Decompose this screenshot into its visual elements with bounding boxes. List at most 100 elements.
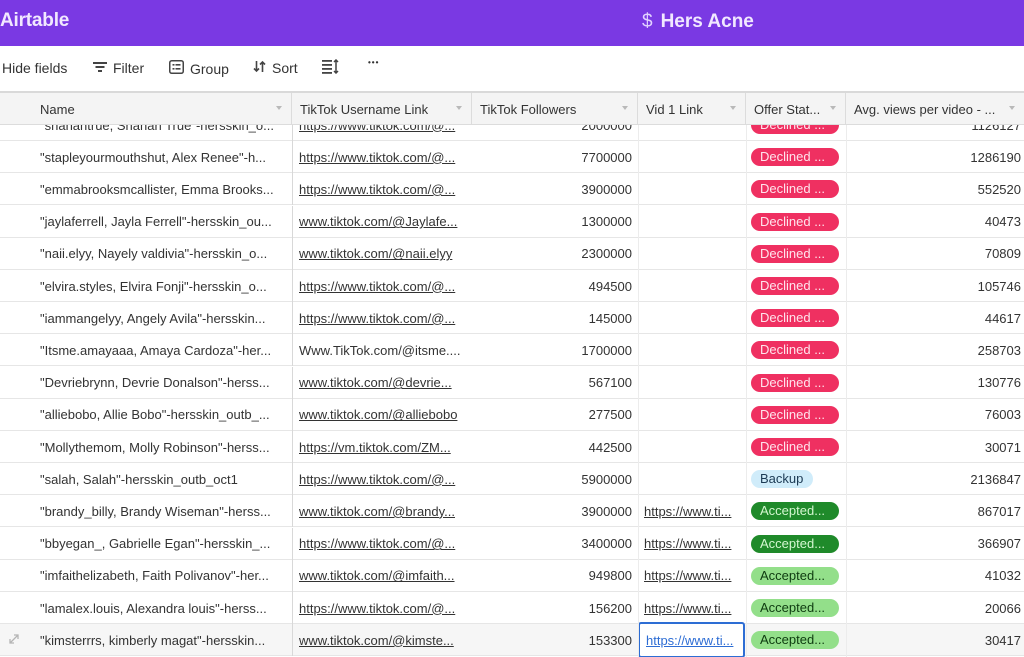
cell-vid1-link[interactable] (638, 141, 745, 173)
cell-offer-status[interactable]: Accepted... (751, 624, 846, 656)
airtable-logo[interactable]: Airtable (0, 10, 69, 32)
table-row[interactable]: "bbyegan_, Gabrielle Egan"-hersskin_... h… (0, 527, 1024, 560)
cell-offer-status[interactable]: Declined ... (751, 399, 846, 431)
cell-vid1-link[interactable] (638, 302, 745, 334)
cell-offer-status[interactable]: Declined ... (751, 206, 846, 238)
cell-avg-views[interactable]: 1286190 (846, 141, 1021, 173)
cell-username-link[interactable]: https://www.tiktok.com/@... (292, 463, 470, 496)
table-row[interactable]: "iammangelyy, Angely Avila"-hersskin... h… (0, 302, 1024, 335)
cell-username-link[interactable]: https://www.tiktok.com/@... (292, 592, 470, 624)
cell-followers[interactable]: 3900000 (470, 173, 632, 205)
cell-offer-status[interactable]: Declined ... (751, 367, 846, 399)
cell-vid1-link[interactable] (638, 399, 745, 431)
cell-offer-status[interactable]: Accepted... (751, 528, 846, 560)
cell-name[interactable]: "salah, Salah"-hersskin_outb_oct1 (40, 463, 292, 495)
cell-vid1-link[interactable] (638, 431, 745, 463)
cell-username-link[interactable]: www.tiktok.com/@naii.elyy (292, 237, 470, 270)
table-row[interactable]: "Itsme.amayaaa, Amaya Cardoza"-her... Www… (0, 334, 1024, 367)
cell-followers[interactable]: 442500 (470, 431, 632, 463)
cell-avg-views[interactable]: 867017 (846, 495, 1021, 527)
cell-username-link[interactable]: www.tiktok.com/@devrie... (292, 366, 470, 399)
cell-name[interactable]: "stapleyourmouthshut, Alex Renee"-h... (40, 141, 292, 173)
cell-avg-views[interactable]: 44617 (846, 302, 1021, 334)
chevron-down-icon[interactable] (1009, 106, 1015, 110)
expand-record-icon[interactable] (8, 633, 22, 647)
cell-name[interactable]: "lamalex.louis, Alexandra louis"-herss..… (40, 592, 292, 624)
cell-offer-status[interactable]: Declined ... (751, 431, 846, 463)
cell-avg-views[interactable]: 105746 (846, 270, 1021, 302)
username-link[interactable]: www.tiktok.com/@naii.elyy (299, 246, 452, 261)
username-link[interactable]: https://www.tiktok.com/@... (299, 601, 455, 616)
cell-username-link[interactable]: www.tiktok.com/@kimste... (292, 624, 470, 657)
chevron-down-icon[interactable] (456, 106, 462, 110)
cell-vid1-link[interactable]: https://www.ti... (638, 495, 745, 527)
cell-followers[interactable]: 949800 (470, 560, 632, 592)
cell-offer-status[interactable]: Declined ... (751, 302, 846, 334)
cell-offer-status[interactable]: Declined ... (751, 173, 846, 205)
cell-avg-views[interactable]: 30417 (846, 624, 1021, 656)
column-header-followers[interactable]: TikTok Followers (472, 93, 638, 125)
column-header-offer-status[interactable]: Offer Stat... (746, 93, 846, 125)
cell-vid1-link[interactable]: https://www.ti... (638, 528, 745, 560)
username-link[interactable]: www.tiktok.com/@kimste... (299, 633, 454, 648)
more-options-button[interactable]: ••• (368, 58, 379, 67)
cell-name[interactable]: "elvira.styles, Elvira Fonji"-hersskin_o… (40, 270, 292, 302)
cell-username-link[interactable]: www.tiktok.com/@brandy... (292, 495, 470, 528)
cell-avg-views[interactable]: 70809 (846, 238, 1021, 270)
table-row[interactable]: "stapleyourmouthshut, Alex Renee"-h... ht… (0, 141, 1024, 174)
vid1-link[interactable]: https://www.ti... (644, 504, 731, 519)
username-link[interactable]: https://vm.tiktok.com/ZM... (299, 440, 451, 455)
group-button[interactable]: Group (169, 60, 229, 77)
cell-vid1-link[interactable] (638, 238, 745, 270)
cell-followers[interactable]: 494500 (470, 270, 632, 302)
cell-followers[interactable]: 1300000 (470, 206, 632, 238)
cell-name[interactable]: "imfaithelizabeth, Faith Polivanov"-her.… (40, 560, 292, 592)
cell-vid1-link[interactable]: https://www.ti... (638, 592, 745, 624)
vid1-link[interactable]: https://www.ti... (644, 601, 731, 616)
cell-followers[interactable]: 2300000 (470, 238, 632, 270)
username-link[interactable]: https://www.tiktok.com/@... (299, 536, 455, 551)
table-row[interactable]: "Devriebrynn, Devrie Donalson"-herss... w… (0, 366, 1024, 399)
cell-offer-status[interactable]: Declined ... (751, 334, 846, 366)
cell-username-link[interactable]: Www.TikTok.com/@itsme.... (292, 334, 470, 367)
username-link[interactable]: https://www.tiktok.com/@... (299, 472, 455, 487)
table-row[interactable]: "emmabrooksmcallister, Emma Brooks... htt… (0, 173, 1024, 206)
vid1-link[interactable]: https://www.ti... (646, 633, 733, 648)
cell-name[interactable]: "bbyegan_, Gabrielle Egan"-hersskin_... (40, 528, 292, 560)
username-link[interactable]: https://www.tiktok.com/@... (299, 182, 455, 197)
table-row[interactable]: "jaylaferrell, Jayla Ferrell"-hersskin_o… (0, 205, 1024, 238)
cell-followers[interactable]: 145000 (470, 302, 632, 334)
cell-vid1-link[interactable] (638, 206, 745, 238)
table-row[interactable]: "Mollythemom, Molly Robinson"-herss... ht… (0, 431, 1024, 463)
vid1-link[interactable]: https://www.ti... (644, 536, 731, 551)
cell-name[interactable]: "Itsme.amayaaa, Amaya Cardoza"-her... (40, 334, 292, 366)
base-title[interactable]: $ Hers Acne (642, 11, 754, 33)
cell-avg-views[interactable]: 552520 (846, 173, 1021, 205)
cell-avg-views[interactable]: 2136847 (846, 463, 1021, 495)
username-link[interactable]: https://www.tiktok.com/@... (299, 311, 455, 326)
cell-followers[interactable]: 1700000 (470, 334, 632, 366)
cell-offer-status[interactable]: Backup (751, 463, 846, 495)
cell-offer-status[interactable]: Accepted... (751, 560, 846, 592)
cell-offer-status[interactable]: Accepted... (751, 495, 846, 527)
cell-vid1-link[interactable]: https://www.ti... (638, 560, 745, 592)
cell-name[interactable]: "kimsterrrs, kimberly magat"-hersskin... (40, 624, 292, 656)
cell-username-link[interactable]: https://www.tiktok.com/@... (292, 302, 470, 335)
cell-name[interactable]: "Devriebrynn, Devrie Donalson"-herss... (40, 367, 292, 399)
sort-button[interactable]: Sort (253, 60, 298, 76)
vid1-link[interactable]: https://www.ti... (644, 568, 731, 583)
cell-username-link[interactable]: www.tiktok.com/@alliebobo (292, 398, 470, 431)
cell-vid1-link[interactable]: https://www.ti... (638, 622, 745, 657)
table-row[interactable]: "alliebobo, Allie Bobo"-hersskin_outb_..… (0, 398, 1024, 431)
row-height-button[interactable] (322, 58, 339, 77)
table-row[interactable]: "brandy_billy, Brandy Wiseman"-herss... w… (0, 495, 1024, 528)
username-link[interactable]: www.tiktok.com/@imfaith... (299, 568, 455, 583)
cell-avg-views[interactable]: 20066 (846, 592, 1021, 624)
cell-name[interactable]: "naii.elyy, Nayely valdivia"-hersskin_o.… (40, 238, 292, 270)
cell-username-link[interactable]: https://www.tiktok.com/@... (292, 270, 470, 302)
cell-followers[interactable]: 567100 (470, 367, 632, 399)
cell-username-link[interactable]: https://vm.tiktok.com/ZM... (292, 431, 470, 463)
filter-button[interactable]: Filter (93, 60, 144, 76)
cell-name[interactable]: "emmabrooksmcallister, Emma Brooks... (40, 173, 292, 205)
cell-avg-views[interactable]: 130776 (846, 367, 1021, 399)
